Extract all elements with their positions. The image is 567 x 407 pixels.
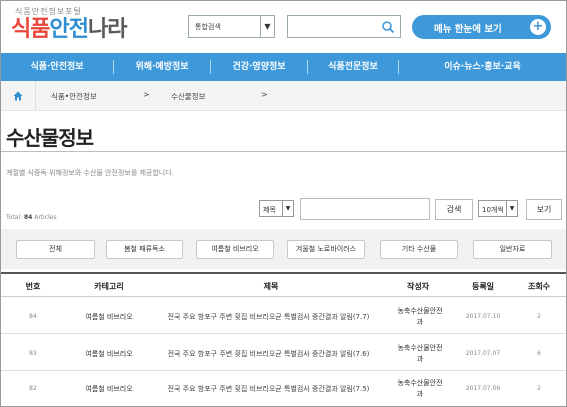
search-field-value: 제목 — [263, 206, 276, 214]
table-row[interactable]: 82 여름철 비브리오 전국 주요 항포구 주변 횟집 비브리오균 특별검사 중… — [1, 372, 566, 407]
breadcrumb: 식품•안전정보 > 수산물정보 > — [1, 81, 566, 111]
search-icon[interactable] — [381, 20, 395, 34]
search-button[interactable]: 검색 — [435, 199, 473, 220]
column-header-author: 작성자 — [406, 282, 430, 291]
chevron-down-icon: ▼ — [282, 201, 293, 216]
page-description: 계절별 식중독 위해정보와 수산물 안전정보를 제공합니다. — [6, 169, 174, 177]
view-button[interactable]: 보기 — [526, 199, 562, 220]
row-title-link[interactable]: 전국 주요 항포구 주변 횟집 비브리오균 특별검사 중간결과 알림(7.6) — [151, 349, 386, 359]
row-title-link[interactable]: 전국 주요 항포구 주변 횟집 비브리오균 특별검사 중간결과 알림(7.7) — [151, 312, 386, 322]
column-header-no: 번호 — [25, 282, 41, 291]
category-other-seafood-button[interactable]: 기타 수산물 — [380, 240, 458, 259]
nav-item-food-safety[interactable]: 식품·안전정보 — [1, 53, 113, 81]
breadcrumb-divider — [35, 81, 36, 111]
row-author: 농축수산물안전 — [397, 344, 443, 352]
logo-subtitle: 식품안전정보포털 — [15, 7, 82, 16]
plus-icon: + — [530, 19, 546, 35]
nav-item-issue-news[interactable]: 이슈·뉴스·홍보·교육 — [399, 53, 566, 81]
row-date: 2017.07.06 — [465, 385, 501, 392]
category-all-button[interactable]: 전체 — [16, 240, 95, 259]
menu-overview-button[interactable]: 메뉴 한눈에 보기 + — [412, 15, 551, 39]
row-author-cont: 과 — [416, 318, 424, 326]
column-header-title: 제목 — [263, 282, 279, 291]
keyword-input[interactable] — [300, 198, 430, 220]
row-author-cont: 과 — [416, 390, 424, 398]
category-general-button[interactable]: 일반자료 — [473, 240, 552, 259]
chevron-down-icon: ▼ — [260, 16, 274, 37]
row-views: 6 — [537, 350, 541, 357]
menu-overview-label: 메뉴 한눈에 보기 — [434, 24, 502, 35]
breadcrumb-arrow-icon: > — [261, 90, 268, 99]
row-number: 83 — [29, 350, 37, 357]
page-size-value: 10개씩 — [482, 206, 504, 214]
column-header-category: 카테고리 — [94, 282, 124, 291]
total-count: Total: 84 Articles — [6, 214, 57, 221]
search-input[interactable] — [287, 15, 401, 38]
title-divider — [1, 151, 566, 152]
total-suffix: Articles — [32, 214, 57, 221]
row-author-cont: 과 — [416, 355, 424, 363]
row-author: 농축수산물안전 — [397, 307, 443, 315]
breadcrumb-arrow-icon: > — [143, 90, 150, 99]
category-norovirus-button[interactable]: 겨울철 노로바이러스 — [287, 240, 365, 259]
table-row[interactable]: 83 여름철 비브리오 전국 주요 항포구 주변 횟집 비브리오균 특별검사 중… — [1, 335, 566, 371]
logo-part-3: 나라 — [87, 17, 127, 42]
search-field-select[interactable]: 제목 ▼ — [259, 200, 294, 217]
logo-part-1: 식품 — [11, 17, 50, 42]
row-views: 2 — [537, 385, 541, 392]
table-header: 번호 카테고리 제목 작성자 등록일 조회수 — [1, 272, 566, 297]
page-size-select[interactable]: 10개씩 ▼ — [478, 200, 518, 217]
site-header: 식품안전정보포털 식품안전나라 통합검색 ▼ 메뉴 한눈에 보기 + — [1, 1, 566, 48]
row-category: 여름철 비브리오 — [85, 385, 133, 393]
row-number: 82 — [29, 385, 37, 392]
breadcrumb-level1[interactable]: 식품•안전정보 — [51, 91, 97, 102]
nav-item-hazard-prevention[interactable]: 위해·예방정보 — [114, 53, 210, 81]
nav-item-food-expert[interactable]: 식품전문정보 — [308, 53, 398, 81]
page-title: 수산물정보 — [6, 126, 94, 150]
site-logo[interactable]: 식품안전정보포털 식품안전나라 — [11, 7, 127, 43]
logo-title: 식품안전나라 — [11, 17, 127, 43]
row-date: 2017.07.10 — [465, 313, 501, 320]
row-number: 84 — [29, 313, 37, 320]
search-scope-value: 통합검색 — [195, 23, 221, 31]
search-scope-select[interactable]: 통합검색 ▼ — [188, 15, 275, 38]
row-category: 여름철 비브리오 — [85, 313, 133, 321]
row-title-link[interactable]: 전국 주요 항포구 주변 횟집 비브리오균 특별검사 중간결과 알림(7.5) — [151, 384, 386, 394]
chevron-down-icon: ▼ — [506, 201, 517, 216]
column-header-date: 등록일 — [471, 282, 495, 291]
main-nav: 식품·안전정보 위해·예방정보 건강·영양정보 식품전문정보 이슈·뉴스·홍보·… — [1, 53, 566, 81]
row-category: 여름철 비브리오 — [85, 350, 133, 358]
category-shellfish-button[interactable]: 봄철 패류독소 — [106, 240, 183, 259]
total-prefix: Total: — [6, 214, 24, 221]
logo-part-2: 안전 — [49, 17, 88, 42]
category-filter-bar: 전체 봄철 패류독소 여름철 비브리오 겨울철 노로바이러스 기타 수산물 일반… — [1, 229, 566, 269]
row-date: 2017.07.07 — [465, 350, 501, 357]
row-author: 농축수산물안전 — [397, 379, 443, 387]
nav-item-health-nutrition[interactable]: 건강·영양정보 — [211, 53, 307, 81]
row-views: 2 — [537, 313, 541, 320]
table-row[interactable]: 84 여름철 비브리오 전국 주요 항포구 주변 횟집 비브리오균 특별검사 중… — [1, 298, 566, 334]
column-header-views: 조회수 — [527, 282, 551, 291]
breadcrumb-level2[interactable]: 수산물정보 — [171, 91, 206, 102]
home-icon[interactable] — [13, 91, 23, 101]
category-vibrio-button[interactable]: 여름철 비브리오 — [196, 240, 274, 259]
